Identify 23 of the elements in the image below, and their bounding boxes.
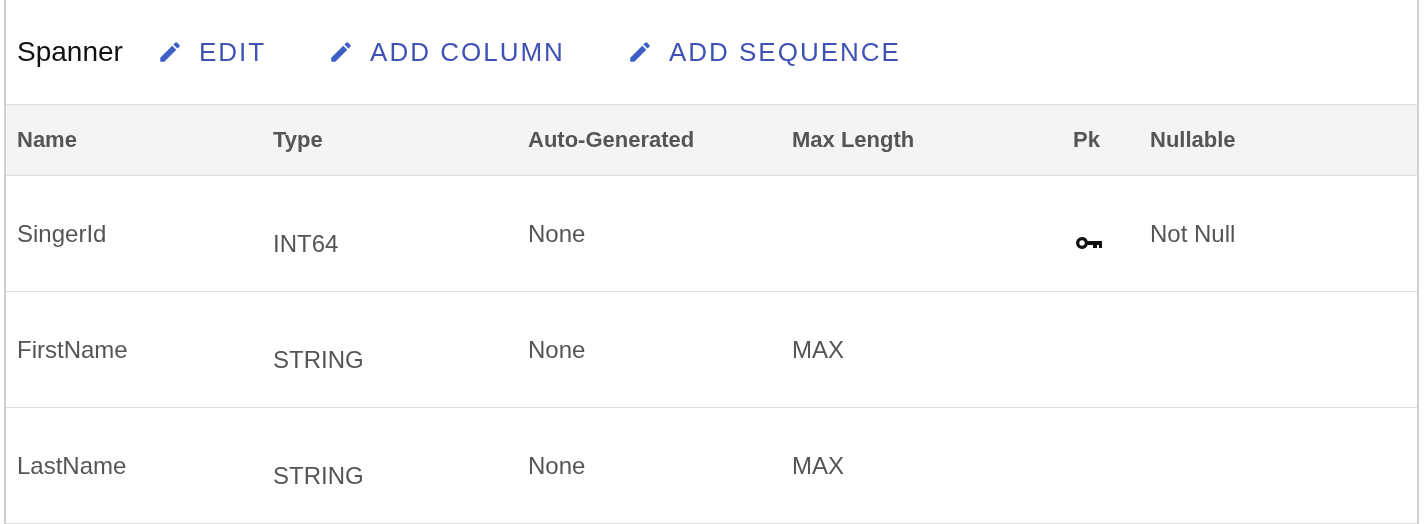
- table-cell: STRING: [273, 346, 364, 373]
- column-header: Type: [272, 127, 324, 153]
- table-cell: STRING: [273, 462, 364, 489]
- column-header: Auto-Generated: [527, 127, 696, 153]
- column-header: Pk: [1072, 127, 1101, 153]
- table-cell: Not Null: [1150, 220, 1236, 247]
- table-cell: FirstName: [17, 336, 128, 363]
- table-cell: None: [528, 452, 586, 479]
- toolbar-button[interactable]: ADD COLUMN: [318, 28, 575, 76]
- table-cell: SingerId: [17, 220, 107, 247]
- column-header: Max Length: [791, 127, 916, 153]
- column-header: Name: [16, 127, 78, 153]
- app-title: Spanner: [17, 36, 123, 68]
- key-icon: [1075, 236, 1103, 250]
- table-cell: None: [528, 336, 586, 363]
- table-cell: MAX: [792, 336, 844, 363]
- table-cell: INT64: [273, 230, 339, 257]
- column-header: Nullable: [1149, 127, 1237, 153]
- toolbar-button[interactable]: ADD SEQUENCE: [616, 28, 911, 76]
- table-cell: None: [528, 220, 586, 247]
- toolbar-button[interactable]: EDIT: [146, 28, 277, 76]
- table-cell: MAX: [792, 452, 844, 479]
- table-cell: LastName: [17, 452, 127, 479]
